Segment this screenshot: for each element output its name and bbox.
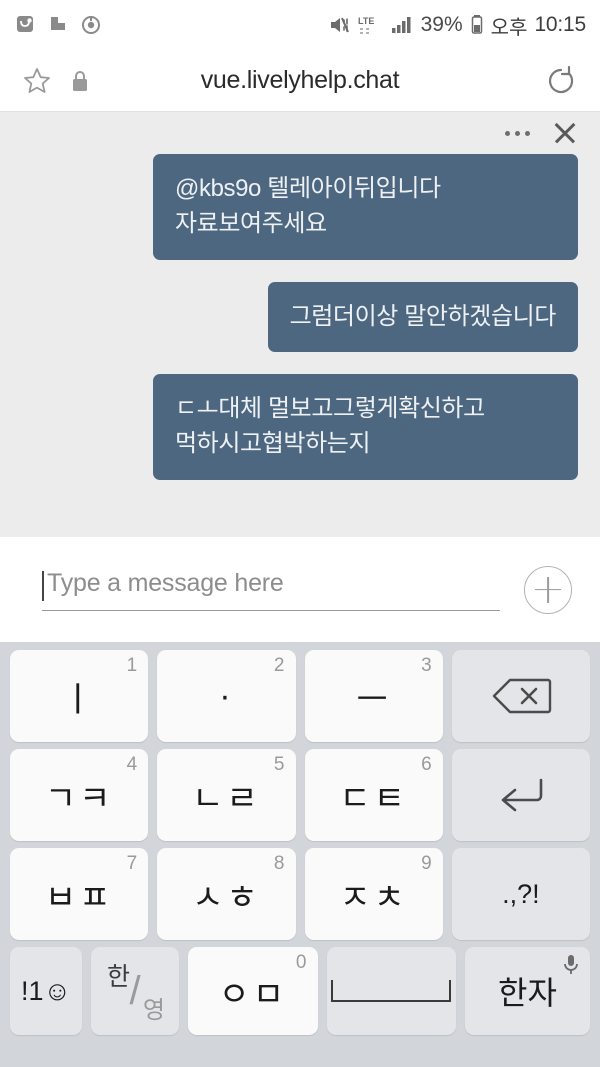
lock-icon <box>70 68 90 94</box>
key-siot-hieut[interactable]: 8 ㅅㅎ <box>157 848 296 940</box>
key-digeut-tieut[interactable]: 6 ㄷㅌ <box>304 749 443 841</box>
key-nieun-rieul[interactable]: 5 ㄴㄹ <box>157 749 296 841</box>
space-bar-icon <box>331 980 452 1002</box>
key-label: ㅈㅊ <box>339 878 408 917</box>
message-composer: Type a message here <box>0 537 600 642</box>
message-row: ㄷㅗ대체 멀보고그렇게확신하고 먹하시고협박하는지 <box>22 374 578 480</box>
am-pm-label: 오후 <box>490 16 528 39</box>
keyboard-row-3: 7 ㅂㅍ 8 ㅅㅎ 9 ㅈㅊ .,?! <box>10 848 590 940</box>
key-label: ㄴㄹ <box>192 779 261 818</box>
key-number: 3 <box>421 655 432 676</box>
message-list: @kbs9o 텔레아이뒤입니다 자료보여주세요 그럼더이상 말안하겠습니다 ㄷㅗ… <box>0 154 600 480</box>
key-number: 2 <box>273 655 285 676</box>
key-number: 7 <box>126 853 138 874</box>
key-number: 5 <box>273 754 285 775</box>
key-label: 한자 <box>498 975 557 1011</box>
backspace-key[interactable] <box>451 650 590 742</box>
phone-screen: LTE 39% 오후 10:15 vue.livelyhelp.chat @kb… <box>0 0 600 1067</box>
space-key[interactable] <box>326 947 456 1035</box>
chat-panel: @kbs9o 텔레아이뒤입니다 자료보여주세요 그럼더이상 말안하겠습니다 ㄷㅗ… <box>0 112 600 537</box>
key-giyeok-kieuk[interactable]: 4 ㄱㅋ <box>10 749 149 841</box>
message-row: @kbs9o 텔레아이뒤입니다 자료보여주세요 <box>22 154 578 260</box>
key-i[interactable]: 1 ㅣ <box>10 650 149 742</box>
flag-icon <box>47 14 69 36</box>
signal-bars-icon <box>390 14 414 36</box>
slash-divider: / <box>129 968 141 1013</box>
key-label: ㄱㅋ <box>44 779 114 818</box>
key-label: ㅇㅁ <box>218 975 288 1014</box>
enter-key[interactable] <box>451 749 590 841</box>
key-label: ㅣ <box>61 680 97 719</box>
clock-label: 10:15 <box>534 13 586 36</box>
app-badge-icon <box>14 14 36 36</box>
key-number: 4 <box>126 754 138 775</box>
status-indicators: LTE 39% 오후 10:15 <box>328 11 586 40</box>
url-text: vue.livelyhelp.chat <box>200 66 400 94</box>
key-number: 9 <box>421 853 432 874</box>
reload-icon[interactable] <box>544 64 578 98</box>
key-eu[interactable]: 3 ㅡ <box>304 650 443 742</box>
chat-header <box>0 112 600 154</box>
message-input-placeholder: Type a message here <box>47 568 284 597</box>
power-circle-icon <box>80 14 102 36</box>
text-caret <box>42 570 44 601</box>
korean-keyboard: 1 ㅣ 2 · 3 ㅡ 4 ㄱㅋ 5 ㄴㄹ 6 ㄷㅌ 7 ㅂㅍ 8 ㅅㅎ 9 ㅈ… <box>0 642 600 1067</box>
svg-text:LTE: LTE <box>358 16 374 26</box>
hanja-key[interactable]: 한자 <box>465 947 590 1035</box>
message-bubble[interactable]: @kbs9o 텔레아이뒤입니다 자료보여주세요 <box>153 154 578 260</box>
message-bubble[interactable]: ㄷㅗ대체 멀보고그렇게확신하고 먹하시고협박하는지 <box>153 374 578 480</box>
language-toggle-key[interactable]: 한 / 영 <box>91 947 179 1035</box>
mute-icon <box>328 14 350 36</box>
key-label: ㅅㅎ <box>192 878 261 917</box>
status-bar: LTE 39% 오후 10:15 <box>0 0 600 50</box>
keyboard-row-1: 1 ㅣ 2 · 3 ㅡ <box>10 650 590 742</box>
plus-circle-icon[interactable] <box>524 565 572 614</box>
message-bubble[interactable]: 그럼더이상 말안하겠습니다 <box>267 281 578 353</box>
key-dot[interactable]: 2 · <box>157 650 296 742</box>
key-jieut-chieut[interactable]: 9 ㅈㅊ <box>304 848 443 940</box>
keyboard-row-4: !1☺ 한 / 영 0 ㅇㅁ 한자 <box>10 947 590 1035</box>
enter-icon <box>493 774 549 816</box>
backspace-icon <box>490 676 552 716</box>
status-notification-icons <box>14 14 102 36</box>
lang-yeong-label: 영 <box>142 997 165 1024</box>
message-row: 그럼더이상 말안하겠습니다 <box>22 281 578 353</box>
key-number: 0 <box>295 952 307 973</box>
address-bar-left-icons <box>22 66 90 96</box>
star-icon[interactable] <box>22 66 52 96</box>
key-label: .,?! <box>502 878 540 909</box>
key-bieup-pieup[interactable]: 7 ㅂㅍ <box>10 848 149 940</box>
key-label: · <box>219 676 234 715</box>
browser-address-bar[interactable]: vue.livelyhelp.chat <box>0 50 600 112</box>
key-label: ㅂㅍ <box>44 878 114 917</box>
key-ieung-mieum[interactable]: 0 ㅇㅁ <box>188 947 318 1035</box>
lte-network-icon: LTE <box>357 14 383 36</box>
keyboard-row-2: 4 ㄱㅋ 5 ㄴㄹ 6 ㄷㅌ <box>10 749 590 841</box>
more-options-icon[interactable] <box>505 130 530 136</box>
key-label: !1☺ <box>20 975 72 1006</box>
key-number: 8 <box>273 853 285 874</box>
close-icon[interactable] <box>552 120 578 146</box>
battery-icon <box>470 14 484 36</box>
symbols-emoji-key[interactable]: !1☺ <box>10 947 82 1035</box>
battery-percent: 39% <box>420 13 463 36</box>
key-label: ㄷㅌ <box>339 779 408 818</box>
lang-han-label: 한 <box>107 963 131 991</box>
microphone-icon[interactable] <box>562 953 580 977</box>
key-number: 1 <box>126 655 138 676</box>
key-number: 6 <box>421 754 432 775</box>
message-input[interactable]: Type a message here <box>42 569 500 611</box>
punctuation-key[interactable]: .,?! <box>451 848 590 940</box>
key-label: ㅡ <box>356 680 391 719</box>
